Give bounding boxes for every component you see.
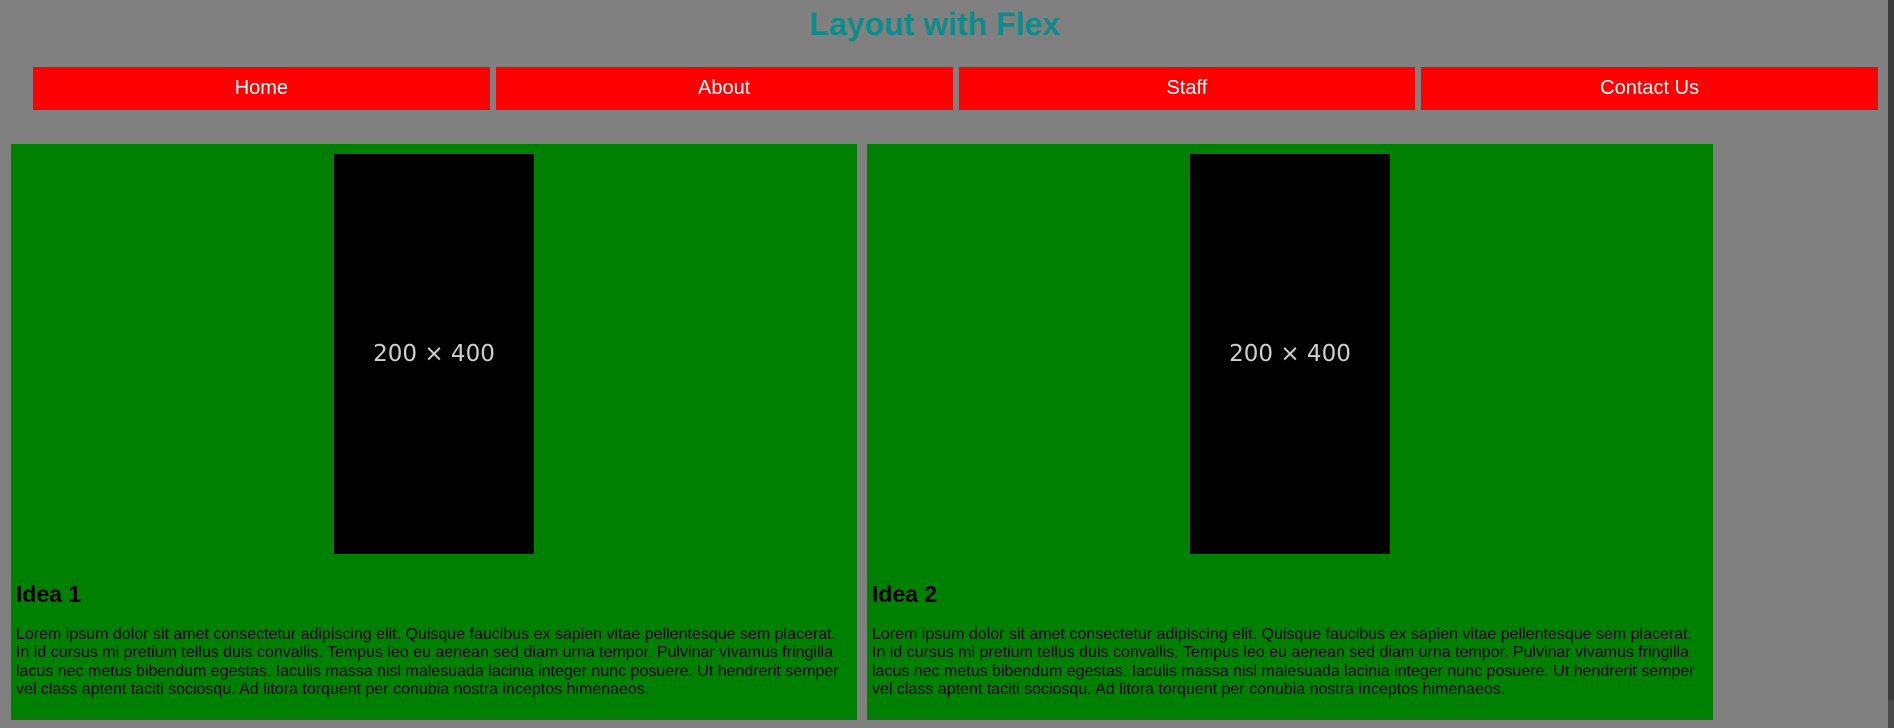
nav-item-staff[interactable]: Staff (958, 67, 1416, 110)
placeholder-image: 200 × 400 (1190, 154, 1390, 554)
page-title: Layout with Flex (809, 6, 1061, 42)
placeholder-image: 200 × 400 (334, 154, 534, 554)
card-title: Idea 1 (16, 581, 82, 607)
scrollbar-thumb[interactable] (1888, 0, 1894, 700)
nav-item-home[interactable]: Home (33, 67, 490, 110)
main-nav: Home About Staff Contact Us (33, 67, 1878, 110)
card-text: Lorem ipsum dolor sit amet consectetur a… (16, 626, 839, 698)
scrollbar[interactable] (1888, 0, 1894, 728)
page: Layout with Flex Home About Staff Contac… (0, 0, 1894, 728)
card: 200 × 400 Idea 1 Lorem ipsum dolor sit a… (11, 144, 857, 720)
card-title: Idea 2 (872, 581, 938, 607)
nav-item-contact-us[interactable]: Contact Us (1421, 67, 1878, 110)
card-text: Lorem ipsum dolor sit amet consectetur a… (872, 626, 1695, 698)
cards-container: 200 × 400 Idea 1 Lorem ipsum dolor sit a… (11, 144, 1713, 720)
nav-item-about[interactable]: About (495, 67, 953, 110)
card: 200 × 400 Idea 2 Lorem ipsum dolor sit a… (867, 144, 1713, 720)
